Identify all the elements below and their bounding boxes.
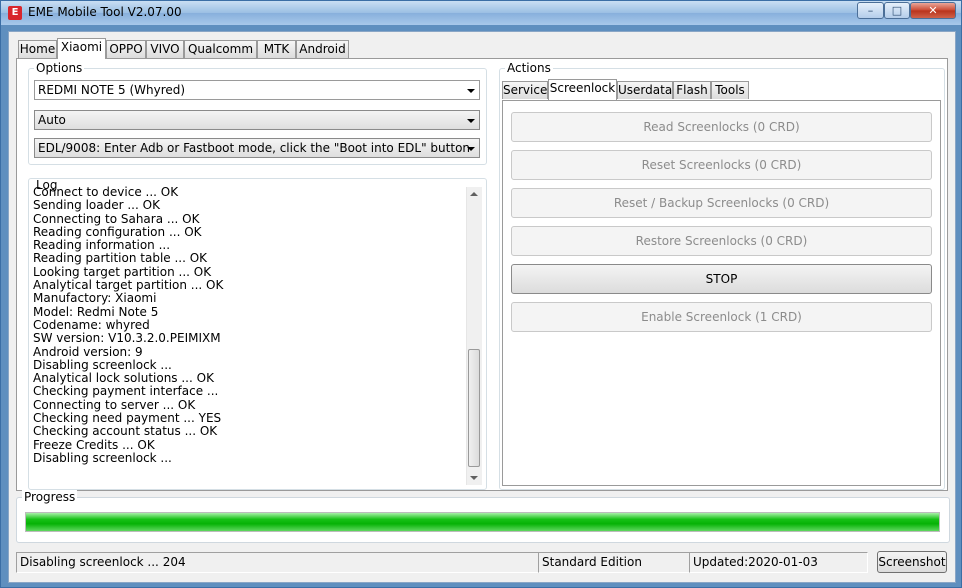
log-line: SW version: V10.3.2.0.PEIMIXM xyxy=(33,331,221,346)
tab-mtk[interactable]: MTK xyxy=(257,40,296,58)
options-group: Options REDMI NOTE 5 (Whyred) Auto EDL/9… xyxy=(28,61,487,165)
restore-screenlocks-button[interactable]: Restore Screenlocks (0 CRD) xyxy=(511,226,932,256)
title-bar[interactable]: E EME Mobile Tool V2.07.00 – □ ✕ xyxy=(1,1,961,25)
maximize-button[interactable]: □ xyxy=(884,2,910,19)
log-line: Connecting to server ... OK xyxy=(33,397,196,412)
reset-backup-screenlocks-button[interactable]: Reset / Backup Screenlocks (0 CRD) xyxy=(511,188,932,218)
app-window: E EME Mobile Tool V2.07.00 – □ ✕ Home Xi… xyxy=(0,0,962,588)
tab-qualcomm[interactable]: Qualcomm xyxy=(184,40,257,58)
screenlock-tab-panel: Read Screenlocks (0 CRD) Reset Screenloc… xyxy=(502,100,941,486)
log-line: Sending loader ... OK xyxy=(33,198,160,213)
model-select[interactable]: REDMI NOTE 5 (Whyred) xyxy=(34,80,480,100)
progress-label: Progress xyxy=(22,490,78,504)
log-scrollbar[interactable] xyxy=(466,187,482,485)
actions-group: Actions Service Screenlock Userdata Flas… xyxy=(499,61,945,490)
minimize-button[interactable]: – xyxy=(857,2,884,19)
actions-label: Actions xyxy=(505,61,553,75)
window-title: EME Mobile Tool V2.07.00 xyxy=(28,5,182,19)
log-output[interactable]: Connect to device ... OK Sending loader … xyxy=(33,185,463,465)
progress-fill xyxy=(26,513,939,531)
client-area: Home Xiaomi OPPO VIVO Qualcomm MTK Andro… xyxy=(8,31,956,583)
tab-android[interactable]: Android xyxy=(296,40,349,58)
scrollbar-thumb[interactable] xyxy=(468,349,480,467)
log-line: Checking payment interface ... xyxy=(33,384,219,399)
tab-userdata[interactable]: Userdata xyxy=(617,81,673,99)
tab-home[interactable]: Home xyxy=(18,40,57,58)
log-line: Reading configuration ... OK xyxy=(33,224,202,239)
log-line: Freeze Credits ... OK xyxy=(33,437,155,452)
progress-bar xyxy=(25,512,940,532)
scroll-down-icon[interactable] xyxy=(470,476,478,480)
tab-flash[interactable]: Flash xyxy=(673,81,711,99)
log-line: Analytical target partition ... OK xyxy=(33,278,224,293)
edition-label: Standard Edition xyxy=(538,552,690,573)
stop-button[interactable]: STOP xyxy=(511,264,932,294)
read-screenlocks-button[interactable]: Read Screenlocks (0 CRD) xyxy=(511,112,932,142)
log-line: Analytical lock solutions ... OK xyxy=(33,371,214,386)
mode-select[interactable]: Auto xyxy=(34,110,480,130)
xiaomi-tab-panel: Options REDMI NOTE 5 (Whyred) Auto EDL/9… xyxy=(16,58,948,491)
tab-oppo[interactable]: OPPO xyxy=(106,40,146,58)
method-select-value: EDL/9008: Enter Adb or Fastboot mode, cl… xyxy=(38,141,471,155)
close-button[interactable]: ✕ xyxy=(910,2,956,19)
reset-screenlocks-button[interactable]: Reset Screenlocks (0 CRD) xyxy=(511,150,932,180)
log-line: Codename: whyred xyxy=(33,317,150,332)
log-line: Connecting to Sahara ... OK xyxy=(33,211,200,226)
status-message: Disabling screenlock ... 204 xyxy=(16,552,539,573)
model-select-value: REDMI NOTE 5 (Whyred) xyxy=(38,83,186,97)
log-line: Android version: 9 xyxy=(33,344,143,359)
log-line: Disabling screenlock ... xyxy=(33,450,172,465)
log-line: Disabling screenlock ... xyxy=(33,357,172,372)
tab-xiaomi[interactable]: Xiaomi xyxy=(57,38,106,59)
log-line: Connect to device ... OK xyxy=(33,185,179,199)
tab-service[interactable]: Service xyxy=(502,81,548,99)
screenshot-button[interactable]: Screenshot xyxy=(877,551,947,573)
updated-label: Updated:2020-01-03 xyxy=(689,552,868,573)
log-line: Reading partition table ... OK xyxy=(33,251,208,266)
log-line: Reading information ... xyxy=(33,238,171,253)
chevron-down-icon xyxy=(467,89,475,93)
log-line: Model: Redmi Note 5 xyxy=(33,304,159,319)
mode-select-value: Auto xyxy=(38,113,66,127)
tab-vivo[interactable]: VIVO xyxy=(146,40,184,58)
log-line: Checking account status ... OK xyxy=(33,424,218,439)
log-line: Looking target partition ... OK xyxy=(33,264,212,279)
tab-tools[interactable]: Tools xyxy=(711,81,749,99)
log-line: Manufactory: Xiaomi xyxy=(33,291,157,306)
options-label: Options xyxy=(34,61,85,75)
chevron-down-icon xyxy=(467,119,475,123)
progress-group: Progress xyxy=(16,490,950,543)
method-select[interactable]: EDL/9008: Enter Adb or Fastboot mode, cl… xyxy=(34,138,480,158)
enable-screenlock-button[interactable]: Enable Screenlock (1 CRD) xyxy=(511,302,932,332)
app-logo-icon: E xyxy=(8,6,22,20)
chevron-down-icon xyxy=(467,147,475,151)
tab-screenlock[interactable]: Screenlock xyxy=(548,79,617,100)
scroll-up-icon[interactable] xyxy=(470,192,478,196)
log-group: Log Connect to device ... OK Sending loa… xyxy=(28,178,487,490)
log-line: Checking need payment ... YES xyxy=(33,411,222,426)
